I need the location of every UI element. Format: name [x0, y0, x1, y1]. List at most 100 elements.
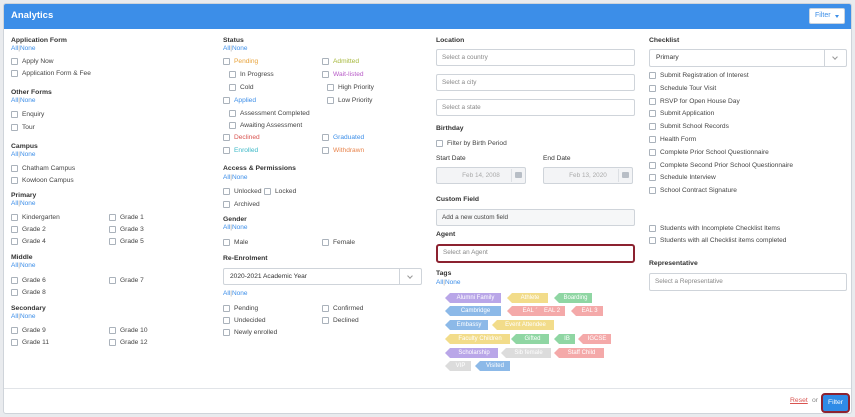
tag-faculty-children[interactable]: Faculty Children — [445, 334, 510, 344]
checkbox-box[interactable] — [11, 165, 18, 172]
checkbox-re-newly-enrolled[interactable]: Newly enrolled — [223, 329, 277, 336]
status-low-priority[interactable]: Low Priority — [327, 97, 372, 104]
checkbox-box[interactable] — [109, 339, 116, 346]
checkbox-grade-6[interactable]: Grade 6 — [11, 277, 46, 284]
select-none-link[interactable]: None — [20, 200, 36, 207]
checkbox-re-undecided[interactable]: Undecided — [223, 317, 266, 324]
checkbox-box[interactable] — [223, 239, 230, 246]
select-none-link[interactable]: None — [20, 262, 36, 269]
checkbox-grade-4[interactable]: Grade 4 — [11, 238, 46, 245]
checkbox-grade-7[interactable]: Grade 7 — [109, 277, 144, 284]
checkbox-grade-10[interactable]: Grade 10 — [109, 327, 148, 334]
tag-gifted[interactable]: Gifted — [511, 334, 549, 344]
tag-visited[interactable]: Visited — [475, 361, 510, 371]
status-enrolled[interactable]: Enrolled — [223, 147, 258, 154]
checklist-item[interactable]: Complete Prior School Questionnaire — [649, 148, 769, 156]
checkbox-kindergarten[interactable]: Kindergarten — [11, 214, 60, 221]
checkbox-box[interactable] — [11, 226, 18, 233]
checkbox-box[interactable] — [109, 226, 116, 233]
tag-staff-child[interactable]: Staff Child — [554, 348, 604, 358]
checkbox-box[interactable] — [327, 84, 334, 91]
checkbox-box[interactable] — [223, 317, 230, 324]
checkbox-box[interactable] — [11, 58, 18, 65]
checkbox-box[interactable] — [649, 136, 656, 143]
tag-embassy[interactable]: Embassy — [445, 320, 488, 330]
select-none-link[interactable]: None — [20, 313, 36, 320]
checkbox-box[interactable] — [649, 237, 656, 244]
checkbox-box[interactable] — [649, 161, 656, 169]
checkbox-box[interactable] — [11, 124, 18, 131]
status-pending[interactable]: Pending — [223, 58, 258, 65]
checklist-item[interactable]: Health Form — [649, 136, 696, 143]
checkbox-box[interactable] — [223, 201, 230, 208]
tag-boarding[interactable]: Boarding — [554, 293, 592, 303]
checkbox-chatham-campus[interactable]: Chatham Campus — [11, 165, 75, 172]
checkbox-archived[interactable]: Archived — [223, 201, 260, 208]
checkbox-filter-birth-period[interactable]: Filter by Birth Period — [436, 140, 507, 147]
checkbox-apply-now[interactable]: Apply Now — [11, 58, 54, 65]
tag-scholarship[interactable]: Scholarship — [445, 348, 498, 358]
status-assessment-completed[interactable]: Assessment Completed — [229, 110, 310, 117]
checkbox-tour[interactable]: Tour — [11, 124, 35, 131]
checklist-select[interactable]: Primary — [649, 49, 847, 67]
tag-event-attendee[interactable]: Event Attendee — [492, 320, 554, 330]
checkbox-box[interactable] — [322, 58, 329, 65]
checkbox-male[interactable]: Male — [223, 239, 248, 246]
country-input[interactable]: Select a country — [436, 49, 635, 66]
checkbox-box[interactable] — [11, 277, 18, 284]
status-applied[interactable]: Applied — [223, 97, 256, 104]
checkbox-box[interactable] — [327, 97, 334, 104]
checkbox-box[interactable] — [11, 289, 18, 296]
checkbox-box[interactable] — [223, 305, 230, 312]
checkbox-box[interactable] — [649, 174, 656, 182]
tag-vip[interactable]: VIP — [445, 361, 471, 371]
select-none-link[interactable]: None — [232, 174, 248, 181]
checkbox-enquiry[interactable]: Enquiry — [11, 111, 44, 118]
header-filter-dropdown[interactable]: Filter — [809, 8, 845, 24]
tag-sib-female[interactable]: Sib female — [501, 348, 551, 358]
checkbox-application-form-fee[interactable]: Application Form & Fee — [11, 70, 91, 77]
checkbox-re-confirmed[interactable]: Confirmed — [322, 305, 363, 312]
checkbox-re-declined[interactable]: Declined — [322, 317, 359, 324]
checkbox-box[interactable] — [229, 122, 236, 129]
end-date-input[interactable]: Feb 13, 2020 — [543, 167, 633, 184]
calendar-icon[interactable] — [511, 169, 525, 182]
checkbox-box[interactable] — [11, 111, 18, 118]
checklist-item[interactable]: School Contract Signature — [649, 187, 737, 195]
checkbox-all-checklist-completed[interactable]: Students with all Checklist items comple… — [649, 237, 786, 244]
checkbox-box[interactable] — [649, 110, 656, 118]
checkbox-grade-9[interactable]: Grade 9 — [11, 327, 46, 334]
select-none-link[interactable]: None — [20, 151, 36, 158]
checkbox-box[interactable] — [322, 239, 329, 246]
checkbox-box[interactable] — [11, 70, 18, 77]
checkbox-box[interactable] — [649, 123, 656, 131]
checkbox-box[interactable] — [223, 147, 230, 154]
agent-select[interactable]: Select an Agent — [436, 244, 635, 263]
start-date-input[interactable]: Feb 14, 2008 — [436, 167, 526, 184]
select-none-link[interactable]: None — [232, 224, 248, 231]
checkbox-re-pending[interactable]: Pending — [223, 305, 258, 312]
checkbox-box[interactable] — [649, 97, 656, 105]
checkbox-box[interactable] — [223, 97, 230, 104]
status-wait-listed[interactable]: Wait-listed — [322, 71, 364, 78]
checkbox-grade-12[interactable]: Grade 12 — [109, 339, 148, 346]
checklist-item[interactable]: Submit School Records — [649, 123, 729, 131]
checkbox-box[interactable] — [11, 339, 18, 346]
status-declined[interactable]: Declined — [223, 134, 260, 141]
checkbox-grade-2[interactable]: Grade 2 — [11, 226, 46, 233]
tag-athlete[interactable]: Athlete — [507, 293, 548, 303]
checklist-item[interactable]: Submit Registration of Interest — [649, 72, 749, 79]
checkbox-grade-5[interactable]: Grade 5 — [109, 238, 144, 245]
checkbox-unlocked[interactable]: Unlocked — [223, 188, 262, 195]
calendar-icon[interactable] — [618, 169, 632, 182]
select-none-link[interactable]: None — [20, 45, 36, 52]
checkbox-box[interactable] — [322, 134, 329, 141]
status-awaiting-assessment[interactable]: Awaiting Assessment — [229, 122, 302, 129]
add-custom-field-button[interactable]: Add a new custom field — [436, 209, 635, 226]
status-admitted[interactable]: Admitted — [322, 58, 359, 65]
select-none-link[interactable]: None — [445, 279, 461, 286]
checkbox-box[interactable] — [109, 238, 116, 245]
checkbox-box[interactable] — [649, 225, 656, 232]
checkbox-box[interactable] — [322, 317, 329, 324]
tag-eal-3[interactable]: EAL 3 — [571, 306, 603, 316]
